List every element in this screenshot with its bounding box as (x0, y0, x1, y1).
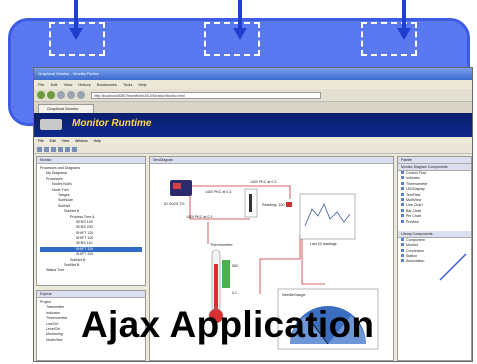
menu-edit[interactable]: Edit (51, 82, 58, 87)
monitor-tree-pane: Monitor Processes and Diagrams My Diagram… (36, 156, 146, 286)
connector-line (259, 234, 301, 294)
toolbar-icon[interactable] (51, 147, 56, 152)
alarm-indicator (286, 202, 292, 207)
palette-item-label: Preview (406, 219, 419, 224)
palette-item-label: Component (406, 237, 425, 242)
pane-header: Explore (37, 291, 145, 298)
app-menu-window[interactable]: Window (75, 139, 87, 143)
palette-item-label: Control Flow (406, 171, 427, 175)
device-id-label: ID 0023 TG (164, 201, 185, 206)
slide: Graphical Monitor - Mozilla Firefox File… (0, 0, 477, 364)
level-bar (222, 260, 230, 288)
tree-item[interactable]: Status Tree (40, 268, 142, 273)
app-logo (40, 119, 62, 130)
palette-item-label: TextField (406, 192, 421, 197)
palette-item-label: Line Chart (406, 203, 423, 208)
component-icon (401, 254, 404, 258)
pane-header: Palette (398, 157, 471, 164)
app-menu-view[interactable]: View (62, 139, 70, 143)
gauge-title: NeedleGauge (282, 293, 305, 297)
pane-header: Monitor (37, 157, 145, 164)
palette-item-label: Monitor (406, 243, 418, 248)
palette-item-label: LEDDisplay (406, 187, 425, 192)
palette-item-label: Indicator (406, 176, 420, 181)
url-input[interactable]: http://localhost:8080/TeamWorks/GUI/Moni… (91, 91, 321, 99)
menu-file[interactable]: File (38, 82, 44, 87)
stop-icon[interactable] (67, 91, 75, 99)
reload-icon[interactable] (57, 91, 65, 99)
toolbar-icon[interactable] (65, 147, 70, 152)
app-menu-file[interactable]: File (38, 139, 44, 143)
app-menu-edit[interactable]: Edit (50, 139, 56, 143)
component-icon (401, 219, 404, 223)
palette-item-label: Bar Chart (406, 208, 422, 213)
reading-label: 1400 PKC at 0.3 (250, 180, 276, 184)
toolbar-icon[interactable] (72, 147, 77, 152)
component-icon (401, 259, 404, 263)
home-icon[interactable] (77, 91, 85, 99)
palette-item-label: Association (406, 259, 425, 264)
window-title: Graphical Monitor - Mozilla Firefox (34, 68, 472, 80)
back-icon[interactable] (37, 91, 45, 99)
component-icon (401, 197, 404, 201)
menu-view[interactable]: View (64, 82, 73, 87)
placeholder-box-2 (204, 22, 260, 56)
line-chart[interactable] (299, 193, 356, 240)
palette-item-label: Pie Chart (406, 214, 421, 219)
callout-line (439, 253, 467, 281)
palette-item[interactable]: Preview (398, 219, 471, 225)
value-label: 500 (232, 264, 238, 268)
palette-item-label: Station (406, 254, 418, 259)
toolbar-icon[interactable] (58, 147, 63, 152)
menu-tools[interactable]: Tools (123, 82, 132, 87)
component-icon (401, 203, 404, 207)
palette-item-label: MultiView (406, 197, 422, 202)
app-menu-bar: File Edit View Window Help (34, 137, 472, 145)
component-icon (401, 208, 404, 212)
component-icon (401, 171, 404, 174)
line-chart-label: Last 20 readings (310, 242, 337, 246)
forward-icon[interactable] (47, 91, 55, 99)
caption: Ajax Application (81, 304, 375, 345)
value-label: 0.1 (232, 291, 237, 295)
reading-label: 1400 PKC at 0.3 (205, 190, 231, 194)
menu-help[interactable]: Help (138, 82, 146, 87)
palette-section-header[interactable]: Library Components (398, 230, 471, 238)
palette-section-header[interactable]: Monitor Diagram Components (398, 164, 471, 171)
process-tree: Processes and Diagrams My Diagrams Process… (37, 164, 145, 276)
app-title: Monitor Runtime (72, 118, 152, 129)
browser-tab-bar: Graphical Monitor (34, 102, 472, 113)
browser-menu-bar: File Edit View History Bookmarks Tools H… (34, 80, 472, 89)
component-icon (401, 214, 404, 218)
palette-list: Monitor Diagram Components Control Flow In… (398, 164, 471, 265)
palette-item-label: Thermometer (406, 181, 428, 186)
component-icon (401, 243, 404, 247)
component-icon (401, 176, 404, 180)
reading-label: 1400 PKC at 0.3 (186, 215, 212, 219)
component-icon (401, 181, 404, 185)
app-toolbar (34, 145, 472, 154)
component-icon (401, 248, 404, 252)
navigation-toolbar: http://localhost:8080/TeamWorks/GUI/Moni… (34, 89, 472, 102)
document-icon[interactable] (44, 147, 49, 152)
reading-value: Reading: 100 (262, 203, 285, 207)
component-icon (401, 187, 404, 191)
app-menu-help[interactable]: Help (94, 139, 101, 143)
diagram-tab[interactable]: NewDiagram (150, 157, 393, 164)
app-header: Monitor Runtime (34, 113, 472, 137)
thermometer-label: Thermometer (210, 243, 234, 247)
palette-item-label: Connection (406, 248, 425, 253)
menu-history[interactable]: History (78, 82, 90, 87)
browser-tab[interactable]: Graphical Monitor (38, 104, 94, 113)
component-icon (401, 237, 404, 241)
component-icon (401, 192, 404, 196)
folder-icon[interactable] (37, 147, 42, 152)
menu-bookmarks[interactable]: Bookmarks (97, 82, 117, 87)
